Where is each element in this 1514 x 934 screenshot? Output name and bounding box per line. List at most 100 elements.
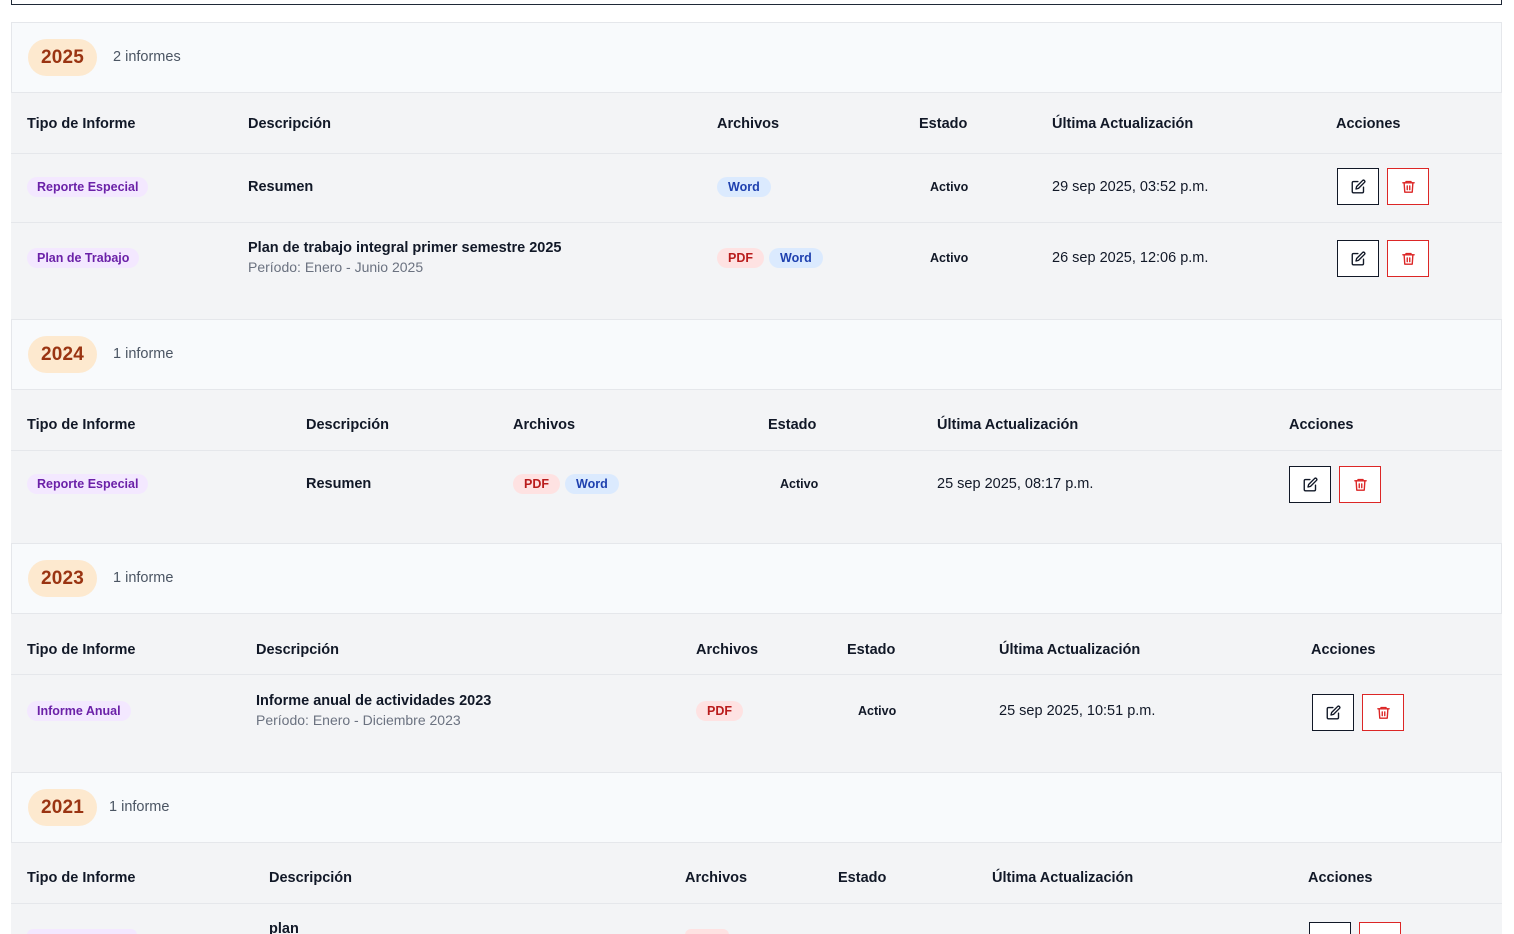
column-header-status: Estado (838, 870, 887, 886)
year-group-header-2024: 2024 1 informe (11, 319, 1502, 390)
column-header-actions: Acciones (1336, 116, 1401, 132)
table-row: Reporte Especial Resumen PDF Word Activo … (11, 451, 1502, 543)
last-updated: 26 sep 2025, 12:06 p.m. (1052, 250, 1209, 266)
report-type-badge: Reporte Especial (27, 474, 149, 494)
year-group-header-2021: 2021 1 informe (11, 772, 1502, 843)
year-group-header-2025: 2025 2 informes (11, 22, 1502, 93)
table-row: plan (11, 904, 1502, 934)
pdf-file-badge[interactable]: PDF (696, 701, 743, 721)
report-description-block: Informe anual de actividades 2023 Períod… (256, 693, 491, 728)
report-type-badge: Informe Anual (27, 701, 131, 721)
edit-button[interactable] (1337, 168, 1379, 205)
pdf-file-badge[interactable] (685, 929, 729, 934)
last-updated: 25 sep 2025, 08:17 p.m. (937, 476, 1094, 492)
report-count: 1 informe (109, 799, 170, 815)
word-file-badge[interactable]: Word (717, 177, 771, 197)
status-text: Activo (858, 704, 897, 718)
column-header-actions: Acciones (1289, 417, 1354, 433)
reports-table-2025: Tipo de Informe Descripción Archivos Est… (11, 93, 1502, 319)
column-header-type: Tipo de Informe (27, 870, 136, 886)
year-badge: 2021 (28, 789, 98, 826)
column-header-files: Archivos (513, 417, 576, 433)
year-group-header-2023: 2023 1 informe (11, 543, 1502, 614)
delete-button[interactable] (1339, 466, 1381, 503)
table-header: Tipo de Informe Descripción Archivos Est… (11, 614, 1502, 675)
edit-button[interactable] (1312, 694, 1354, 731)
column-header-type: Tipo de Informe (27, 116, 136, 132)
word-file-badge[interactable]: Word (565, 474, 619, 494)
year-badge: 2025 (28, 39, 98, 76)
report-description: Informe anual de actividades 2023 (256, 693, 492, 709)
previous-section-border (11, 0, 1502, 5)
column-header-updated: Última Actualización (999, 642, 1141, 658)
reports-table-2021: Tipo de Informe Descripción Archivos Est… (11, 843, 1502, 934)
edit-icon (1351, 179, 1365, 194)
last-updated: 29 sep 2025, 03:52 p.m. (1052, 179, 1209, 195)
trash-icon (1376, 706, 1390, 719)
column-header-files: Archivos (696, 642, 759, 658)
column-header-status: Estado (768, 417, 817, 433)
column-header-files: Archivos (717, 116, 780, 132)
edit-icon (1303, 477, 1317, 492)
column-header-updated: Última Actualización (937, 417, 1079, 433)
file-badges: PDF Word (513, 474, 624, 494)
file-badges: PDF (696, 701, 748, 721)
column-header-actions: Acciones (1311, 642, 1376, 658)
delete-button[interactable] (1359, 922, 1401, 934)
pdf-file-badge[interactable]: PDF (717, 248, 764, 268)
trash-icon (1353, 478, 1367, 491)
column-header-updated: Última Actualización (1052, 116, 1194, 132)
table-row: Informe Anual Informe anual de actividad… (11, 676, 1502, 772)
trash-icon (1401, 252, 1415, 265)
report-type-badge (27, 929, 137, 934)
column-header-status: Estado (847, 642, 896, 658)
column-header-files: Archivos (685, 870, 748, 886)
edit-button[interactable] (1309, 922, 1351, 934)
file-badges: PDF Word (717, 248, 828, 268)
column-header-description: Descripción (306, 417, 389, 433)
table-row: Plan de Trabajo Plan de trabajo integral… (11, 223, 1502, 319)
trash-icon (1401, 180, 1415, 193)
column-header-updated: Última Actualización (992, 870, 1134, 886)
report-description: Resumen (248, 179, 314, 195)
delete-button[interactable] (1387, 240, 1429, 277)
column-header-type: Tipo de Informe (27, 417, 136, 433)
column-header-status: Estado (919, 116, 968, 132)
year-badge: 2024 (28, 336, 98, 373)
edit-button[interactable] (1289, 466, 1331, 503)
pdf-file-badge[interactable]: PDF (513, 474, 560, 494)
edit-icon (1326, 705, 1340, 720)
table-header: Tipo de Informe Descripción Archivos Est… (11, 390, 1502, 451)
last-updated: 25 sep 2025, 10:51 p.m. (999, 703, 1156, 719)
file-badges: Word (717, 177, 776, 197)
word-file-badge[interactable]: Word (769, 248, 823, 268)
report-count: 2 informes (113, 49, 181, 65)
table-header: Tipo de Informe Descripción Archivos Est… (11, 843, 1502, 904)
table-header: Tipo de Informe Descripción Archivos Est… (11, 93, 1502, 154)
delete-button[interactable] (1362, 694, 1404, 731)
report-type-badge: Plan de Trabajo (27, 248, 140, 268)
column-header-description: Descripción (256, 642, 339, 658)
report-description-block: Plan de trabajo integral primer semestre… (248, 240, 562, 275)
edit-button[interactable] (1337, 240, 1379, 277)
report-description: plan (269, 921, 299, 934)
status-text: Activo (780, 477, 819, 491)
report-description: Resumen (306, 476, 372, 492)
report-count: 1 informe (113, 346, 174, 362)
status-text: Activo (930, 251, 969, 265)
column-header-actions: Acciones (1308, 870, 1373, 886)
table-row: Reporte Especial Resumen Word Activo 29 … (11, 154, 1502, 223)
column-header-description: Descripción (269, 870, 352, 886)
report-description: Plan de trabajo integral primer semestre… (248, 240, 562, 256)
report-count: 1 informe (113, 570, 174, 586)
status-text: Activo (930, 180, 969, 194)
reports-table-2024: Tipo de Informe Descripción Archivos Est… (11, 390, 1502, 543)
edit-icon (1351, 251, 1365, 266)
report-period: Período: Enero - Diciembre 2023 (256, 712, 461, 728)
report-type-badge: Reporte Especial (27, 177, 149, 197)
report-period: Período: Enero - Junio 2025 (248, 259, 424, 275)
delete-button[interactable] (1387, 168, 1429, 205)
column-header-type: Tipo de Informe (27, 642, 136, 658)
year-badge: 2023 (28, 560, 98, 597)
reports-table-2023: Tipo de Informe Descripción Archivos Est… (11, 614, 1502, 772)
